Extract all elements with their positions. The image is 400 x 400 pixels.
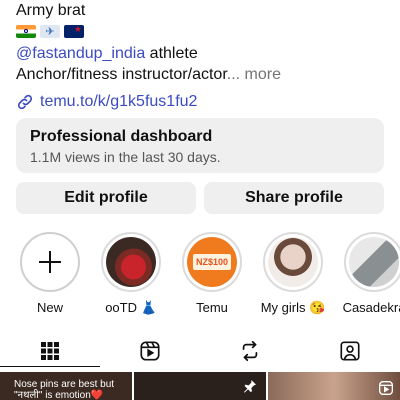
bio-handle-line: @fastandup_india athlete bbox=[16, 43, 386, 64]
plus-icon bbox=[39, 251, 61, 273]
dashboard-title: Professional dashboard bbox=[30, 128, 213, 145]
story-my-girls[interactable]: My girls 😘 bbox=[254, 232, 332, 316]
reels-icon bbox=[379, 381, 393, 395]
edit-profile-button[interactable]: Edit profile bbox=[16, 182, 196, 214]
story-label: Casadekra bbox=[342, 300, 400, 315]
profile-tabs bbox=[0, 336, 400, 367]
story-ring: NZ$100 bbox=[182, 232, 242, 292]
grid-icon bbox=[41, 342, 59, 360]
post-thumbnail[interactable]: Nose pins are best but "नथली" is emotion… bbox=[0, 372, 132, 400]
professional-dashboard-card[interactable]: Professional dashboard 1.1M views in the… bbox=[16, 118, 384, 173]
profile-bio: Army brat ✈ @fastandup_india athlete Anc… bbox=[16, 0, 386, 112]
bio-description-line: Anchor/fitness instructor/actor... more bbox=[16, 64, 386, 85]
story-temu[interactable]: NZ$100 Temu bbox=[173, 232, 251, 315]
post-caption-overlay: Nose pins are best but "नथली" is emotion… bbox=[14, 379, 114, 400]
bio-handle-suffix: athlete bbox=[145, 45, 198, 62]
new-zealand-flag-icon bbox=[64, 24, 84, 38]
airplane-icon: ✈ bbox=[40, 24, 60, 38]
post-caption-line: Nose pins are best but bbox=[14, 379, 115, 390]
story-thumbnail: NZ$100 bbox=[187, 237, 237, 287]
pin-icon bbox=[244, 380, 256, 393]
reels-icon bbox=[140, 341, 160, 361]
story-thumbnail bbox=[106, 237, 156, 287]
tab-tagged[interactable] bbox=[300, 336, 400, 366]
story-thumbnail bbox=[268, 237, 318, 287]
tagged-icon bbox=[340, 341, 360, 361]
story-casadekra[interactable]: Casadekra bbox=[335, 232, 400, 315]
link-icon bbox=[17, 94, 33, 109]
post-caption-line: "नथली" is emotion❤️ bbox=[14, 390, 104, 400]
india-flag-icon bbox=[16, 24, 36, 38]
reposts-icon bbox=[242, 340, 258, 362]
posts-grid: Nose pins are best but "नथली" is emotion… bbox=[0, 372, 400, 400]
story-thumbnail bbox=[349, 237, 399, 287]
bio-emoji-row: ✈ bbox=[16, 22, 386, 40]
active-tab-indicator bbox=[0, 366, 100, 367]
tab-reels[interactable] bbox=[100, 336, 200, 366]
story-label: Temu bbox=[196, 300, 228, 315]
post-thumbnail[interactable] bbox=[134, 372, 266, 400]
bio-link-text: temu.to/k/g1k5fus1fu2 bbox=[40, 93, 198, 110]
share-profile-button[interactable]: Share profile bbox=[204, 182, 384, 214]
story-label: My girls 😘 bbox=[260, 300, 326, 315]
story-ring bbox=[263, 232, 323, 292]
story-ring bbox=[344, 232, 400, 292]
temu-coupon: NZ$100 bbox=[193, 254, 231, 270]
story-ring bbox=[101, 232, 161, 292]
dashboard-subtitle: 1.1M views in the last 30 days. bbox=[30, 149, 221, 165]
mentioned-handle-link[interactable]: @fastandup_india bbox=[16, 45, 145, 62]
story-label: ooTD 👗 bbox=[105, 300, 157, 315]
tab-posts-grid[interactable] bbox=[0, 336, 100, 366]
story-ootd[interactable]: ooTD 👗 bbox=[92, 232, 170, 316]
tab-reposts[interactable] bbox=[200, 336, 300, 366]
story-label: New bbox=[36, 300, 63, 315]
story-new[interactable]: New bbox=[11, 232, 89, 315]
story-ring bbox=[20, 232, 80, 292]
bio-description: Anchor/fitness instructor/actor bbox=[16, 66, 227, 83]
post-thumbnail[interactable] bbox=[268, 372, 400, 400]
bio-name-line: Army brat bbox=[16, 2, 86, 19]
story-highlights-row: New ooTD 👗 NZ$100 Temu My girls 😘 Casade… bbox=[0, 232, 400, 322]
more-link[interactable]: ... more bbox=[227, 66, 281, 83]
bio-external-link[interactable]: temu.to/k/g1k5fus1fu2 bbox=[16, 91, 386, 112]
